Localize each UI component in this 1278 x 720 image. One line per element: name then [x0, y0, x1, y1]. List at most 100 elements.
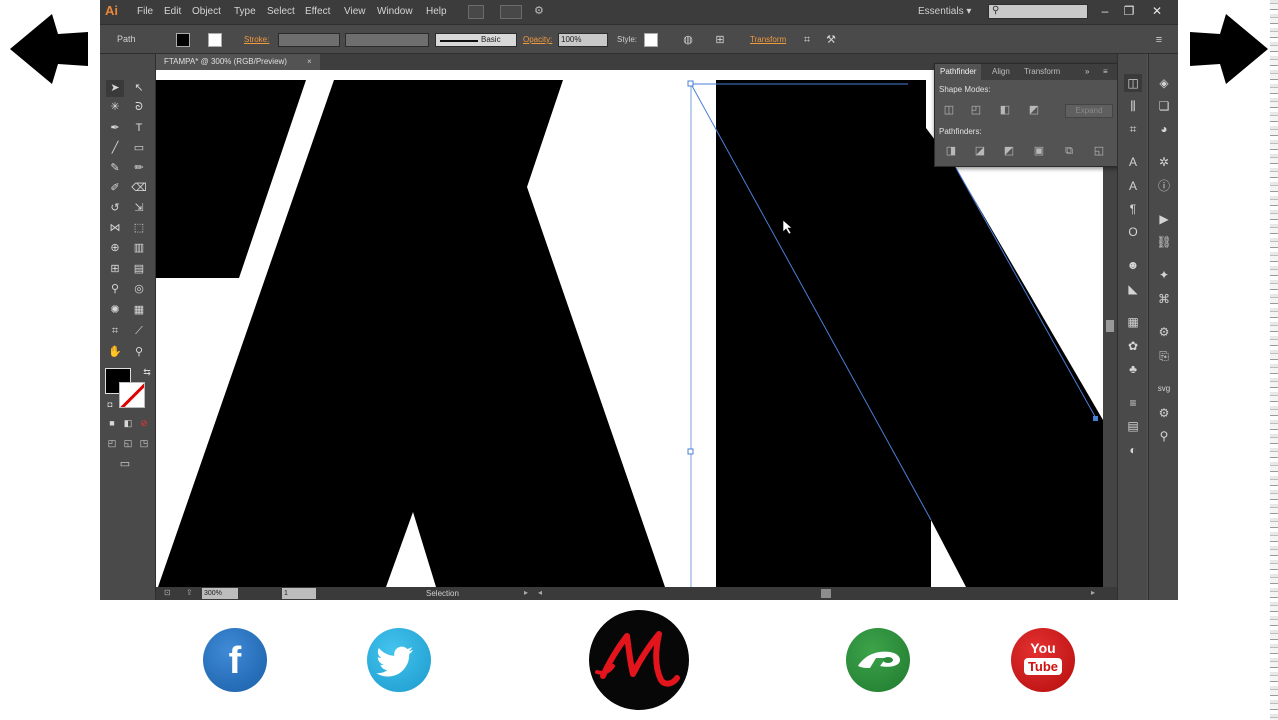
paragraph-panel-icon[interactable]: ¶	[1124, 200, 1142, 218]
character-panel-icon[interactable]: A	[1124, 153, 1142, 171]
swatches-panel-icon[interactable]: ▦	[1124, 313, 1142, 331]
minus-front-icon[interactable]: ◰	[968, 103, 984, 117]
anchor-point[interactable]	[687, 448, 694, 455]
default-colors-icon[interactable]: ◘	[101, 396, 119, 413]
brush-panel-icon[interactable]: ✿	[1124, 337, 1142, 355]
align-panel-icon[interactable]: ⫼	[1124, 97, 1142, 115]
type-tool-icon[interactable]: T	[130, 120, 148, 137]
symbol-sprayer-tool-icon[interactable]: ✺	[106, 302, 124, 319]
opacity-label[interactable]: Opacity:	[523, 35, 552, 44]
tab-transform[interactable]: Transform	[1019, 64, 1065, 80]
menu-type[interactable]: Type	[234, 6, 256, 17]
deviantart-button[interactable]	[846, 628, 910, 692]
variable-width-profile[interactable]	[345, 33, 429, 47]
isolate-icon[interactable]: ⌗	[800, 33, 814, 47]
panel-menu-icon[interactable]: ≡	[1152, 33, 1166, 47]
column-graph-tool-icon[interactable]: ▦	[130, 302, 148, 319]
eraser-tool-icon[interactable]: ⌫	[130, 180, 148, 197]
tab-pathfinder[interactable]: Pathfinder	[935, 64, 982, 80]
swap-colors-icon[interactable]: ⇆	[138, 364, 156, 381]
gradient-tool-icon[interactable]: ▤	[130, 261, 148, 278]
bridge-icon[interactable]	[468, 5, 484, 19]
transparency-panel-icon[interactable]: ◐	[1124, 441, 1142, 459]
selection-tool-icon[interactable]: ➤	[106, 80, 124, 97]
blend-tool-icon[interactable]: ◎	[130, 281, 148, 298]
free-transform-tool-icon[interactable]: ⬚	[130, 220, 148, 237]
workspace-switcher[interactable]: Essentials ▾	[918, 6, 971, 17]
share-icon[interactable]: ⇪	[186, 588, 193, 597]
info-panel-icon[interactable]: ⓘ	[1155, 177, 1173, 195]
rectangle-tool-icon[interactable]: ▭	[130, 140, 148, 157]
width-tool-icon[interactable]: ⋈	[106, 220, 124, 237]
gradient-panel-icon[interactable]: ▤	[1124, 417, 1142, 435]
stroke-panel-icon[interactable]: ≡	[1124, 394, 1142, 412]
links-panel-icon[interactable]: ⛓	[1155, 233, 1173, 251]
navigator-panel-icon[interactable]: ✲	[1155, 153, 1173, 171]
screen-mode-icon[interactable]: ▭	[116, 456, 134, 473]
close-tab-icon[interactable]: ×	[307, 57, 312, 66]
recolor-artwork-icon[interactable]: ◍	[681, 33, 695, 47]
document-tab[interactable]: FTAMPA* @ 300% (RGB/Preview) ×	[156, 54, 320, 70]
twitter-button[interactable]	[367, 628, 431, 692]
help-search-input[interactable]: ⚲	[988, 4, 1088, 19]
panel-options-icon[interactable]: ≡	[1103, 64, 1108, 80]
merge-icon[interactable]: ◩	[1001, 144, 1017, 158]
variables-panel-icon[interactable]: ⌘	[1155, 290, 1173, 308]
transform-panel-icon[interactable]: ⌗	[1124, 120, 1142, 138]
pathfinder-panel-icon[interactable]: ◫	[1124, 74, 1142, 92]
arrow-right-icon[interactable]	[1188, 14, 1268, 84]
exclude-icon[interactable]: ◩	[1026, 103, 1042, 117]
layers-panel-icon[interactable]: ◈	[1155, 74, 1173, 92]
document-info-icon[interactable]: ⚙	[1155, 404, 1173, 422]
arrow-left-icon[interactable]	[10, 14, 90, 84]
color-guide-icon[interactable]: ☻	[1124, 256, 1142, 274]
pencil-tool-icon[interactable]: ✏	[130, 160, 148, 177]
unite-icon[interactable]: ◫	[941, 103, 957, 117]
attributes-panel-icon[interactable]: ⚙	[1155, 323, 1173, 341]
actions-panel-icon[interactable]: ▶	[1155, 210, 1173, 228]
crop-icon[interactable]: ▣	[1031, 144, 1047, 158]
arrange-documents-icon[interactable]	[500, 5, 522, 19]
stroke-swatch[interactable]	[119, 382, 145, 408]
none-mode-icon[interactable]: ⊘	[135, 415, 153, 432]
status-menu-icon[interactable]: ▸	[524, 588, 528, 597]
minimize-icon[interactable]: –	[1096, 2, 1114, 20]
expand-button[interactable]: Expand	[1065, 104, 1113, 118]
menu-file[interactable]: File	[137, 6, 153, 17]
facebook-button[interactable]: f	[203, 628, 267, 692]
eyedropper-tool-icon[interactable]: ⚲	[106, 281, 124, 298]
youtube-button[interactable]: You Tube	[1011, 628, 1075, 692]
outline-icon[interactable]: ⧉	[1061, 144, 1077, 158]
stroke-weight-field[interactable]	[278, 33, 340, 47]
artboard-tool-icon[interactable]: ⌗	[106, 323, 124, 340]
gpu-performance-icon[interactable]: ⚙	[534, 5, 550, 19]
divide-icon[interactable]: ◨	[943, 144, 959, 158]
draw-inside-icon[interactable]: ◳	[135, 435, 153, 452]
magic-wand-tool-icon[interactable]: ✳	[106, 99, 124, 116]
menu-window[interactable]: Window	[377, 6, 413, 17]
paintbrush-tool-icon[interactable]: ✎	[106, 160, 124, 177]
opacity-field[interactable]: 100%	[558, 33, 608, 47]
line-tool-icon[interactable]: ╱	[106, 140, 124, 157]
minus-back-icon[interactable]: ◱	[1091, 144, 1107, 158]
fill-color-swatch[interactable]	[176, 33, 190, 47]
stroke-color-swatch[interactable]	[208, 33, 222, 47]
menu-object[interactable]: Object	[192, 6, 221, 17]
opentype-panel-icon[interactable]: O	[1124, 223, 1142, 241]
lasso-tool-icon[interactable]: ᘐ	[130, 99, 148, 116]
blob-brush-tool-icon[interactable]: ✐	[106, 180, 124, 197]
artboards-panel-icon[interactable]: ❏	[1155, 97, 1173, 115]
menu-effect[interactable]: Effect	[305, 6, 330, 17]
restore-icon[interactable]: ❐	[1120, 2, 1138, 20]
shape-builder-tool-icon[interactable]: ⊕	[106, 240, 124, 257]
character-styles-icon[interactable]: A	[1124, 177, 1142, 195]
menu-view[interactable]: View	[344, 6, 366, 17]
brushes-panel-icon[interactable]: ◣	[1124, 280, 1142, 298]
scale-tool-icon[interactable]: ⇲	[130, 200, 148, 217]
direct-selection-tool-icon[interactable]: ↖	[130, 80, 148, 97]
align-to-icon[interactable]: ⊞	[713, 33, 727, 47]
appearance-panel-icon[interactable]: ◕	[1155, 120, 1173, 138]
artboard-nav-icon[interactable]: ⊡	[164, 588, 171, 597]
menu-help[interactable]: Help	[426, 6, 447, 17]
mesh-tool-icon[interactable]: ⊞	[106, 261, 124, 278]
